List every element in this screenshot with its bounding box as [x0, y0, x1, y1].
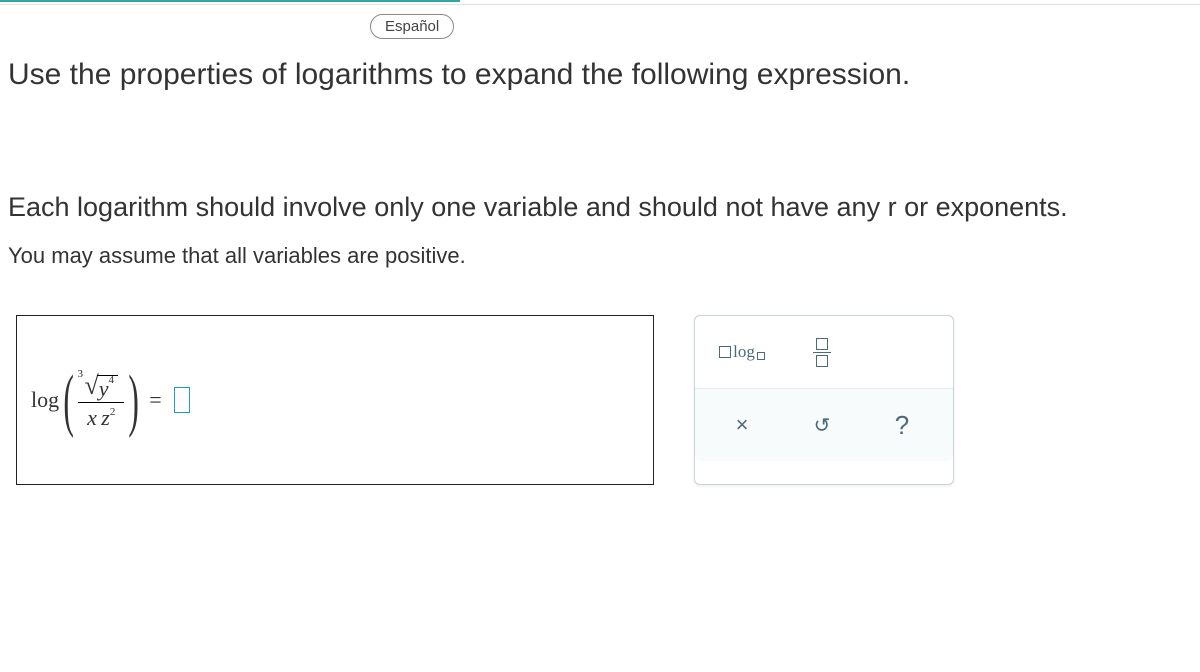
instruction-main: Use the properties of logarithms to expa… [8, 55, 1192, 94]
top-bar [0, 0, 1200, 5]
tool-panel: log × ↺ [694, 315, 954, 485]
instruction-detail: Each logarithm should involve only one v… [8, 189, 1192, 225]
clear-button[interactable]: × [717, 407, 767, 443]
insert-log-button[interactable]: log [717, 334, 767, 370]
question-icon: ? [895, 410, 909, 441]
expression-box: log ( 3 √ y4 x z2 [16, 315, 654, 485]
root-index: 3 [77, 368, 83, 380]
var-x: x [87, 405, 97, 430]
log-arg-box-icon [719, 346, 731, 358]
log-label: log [31, 387, 59, 413]
undo-button[interactable]: ↺ [797, 407, 847, 443]
help-button[interactable]: ? [877, 407, 927, 443]
instruction-assume: You may assume that all variables are po… [8, 243, 1192, 269]
paren-close: ) [128, 376, 138, 425]
tool-row-actions: × ↺ ? [695, 388, 953, 461]
cube-root: 3 √ y4 [84, 369, 118, 399]
insert-fraction-button[interactable] [797, 334, 847, 370]
radicand: y4 [97, 375, 118, 399]
frac-num-icon [816, 338, 828, 350]
undo-icon: ↺ [814, 413, 831, 438]
log-text: log [733, 342, 755, 362]
tool-row-insert: log [695, 316, 953, 388]
var-z: z [101, 405, 110, 430]
var-y: y [99, 376, 109, 402]
paren-open: ( [64, 376, 74, 425]
main-content: Use the properties of logarithms to expa… [0, 5, 1200, 485]
exp-2: 2 [110, 406, 116, 418]
tab-indicator [0, 0, 460, 2]
frac-bar-icon [813, 352, 831, 353]
close-icon: × [736, 412, 749, 438]
denominator: x z2 [81, 403, 121, 433]
answer-row: log ( 3 √ y4 x z2 [8, 315, 1192, 485]
exp-4: 4 [108, 374, 114, 386]
language-button[interactable]: Español [370, 14, 454, 39]
numerator: 3 √ y4 [78, 367, 124, 402]
log-base-box-icon [757, 352, 765, 360]
frac-den-icon [816, 355, 828, 367]
answer-input[interactable] [174, 387, 190, 413]
equals-sign: = [149, 387, 161, 413]
fraction: 3 √ y4 x z2 [78, 367, 124, 433]
math-expression: log ( 3 √ y4 x z2 [31, 367, 190, 433]
